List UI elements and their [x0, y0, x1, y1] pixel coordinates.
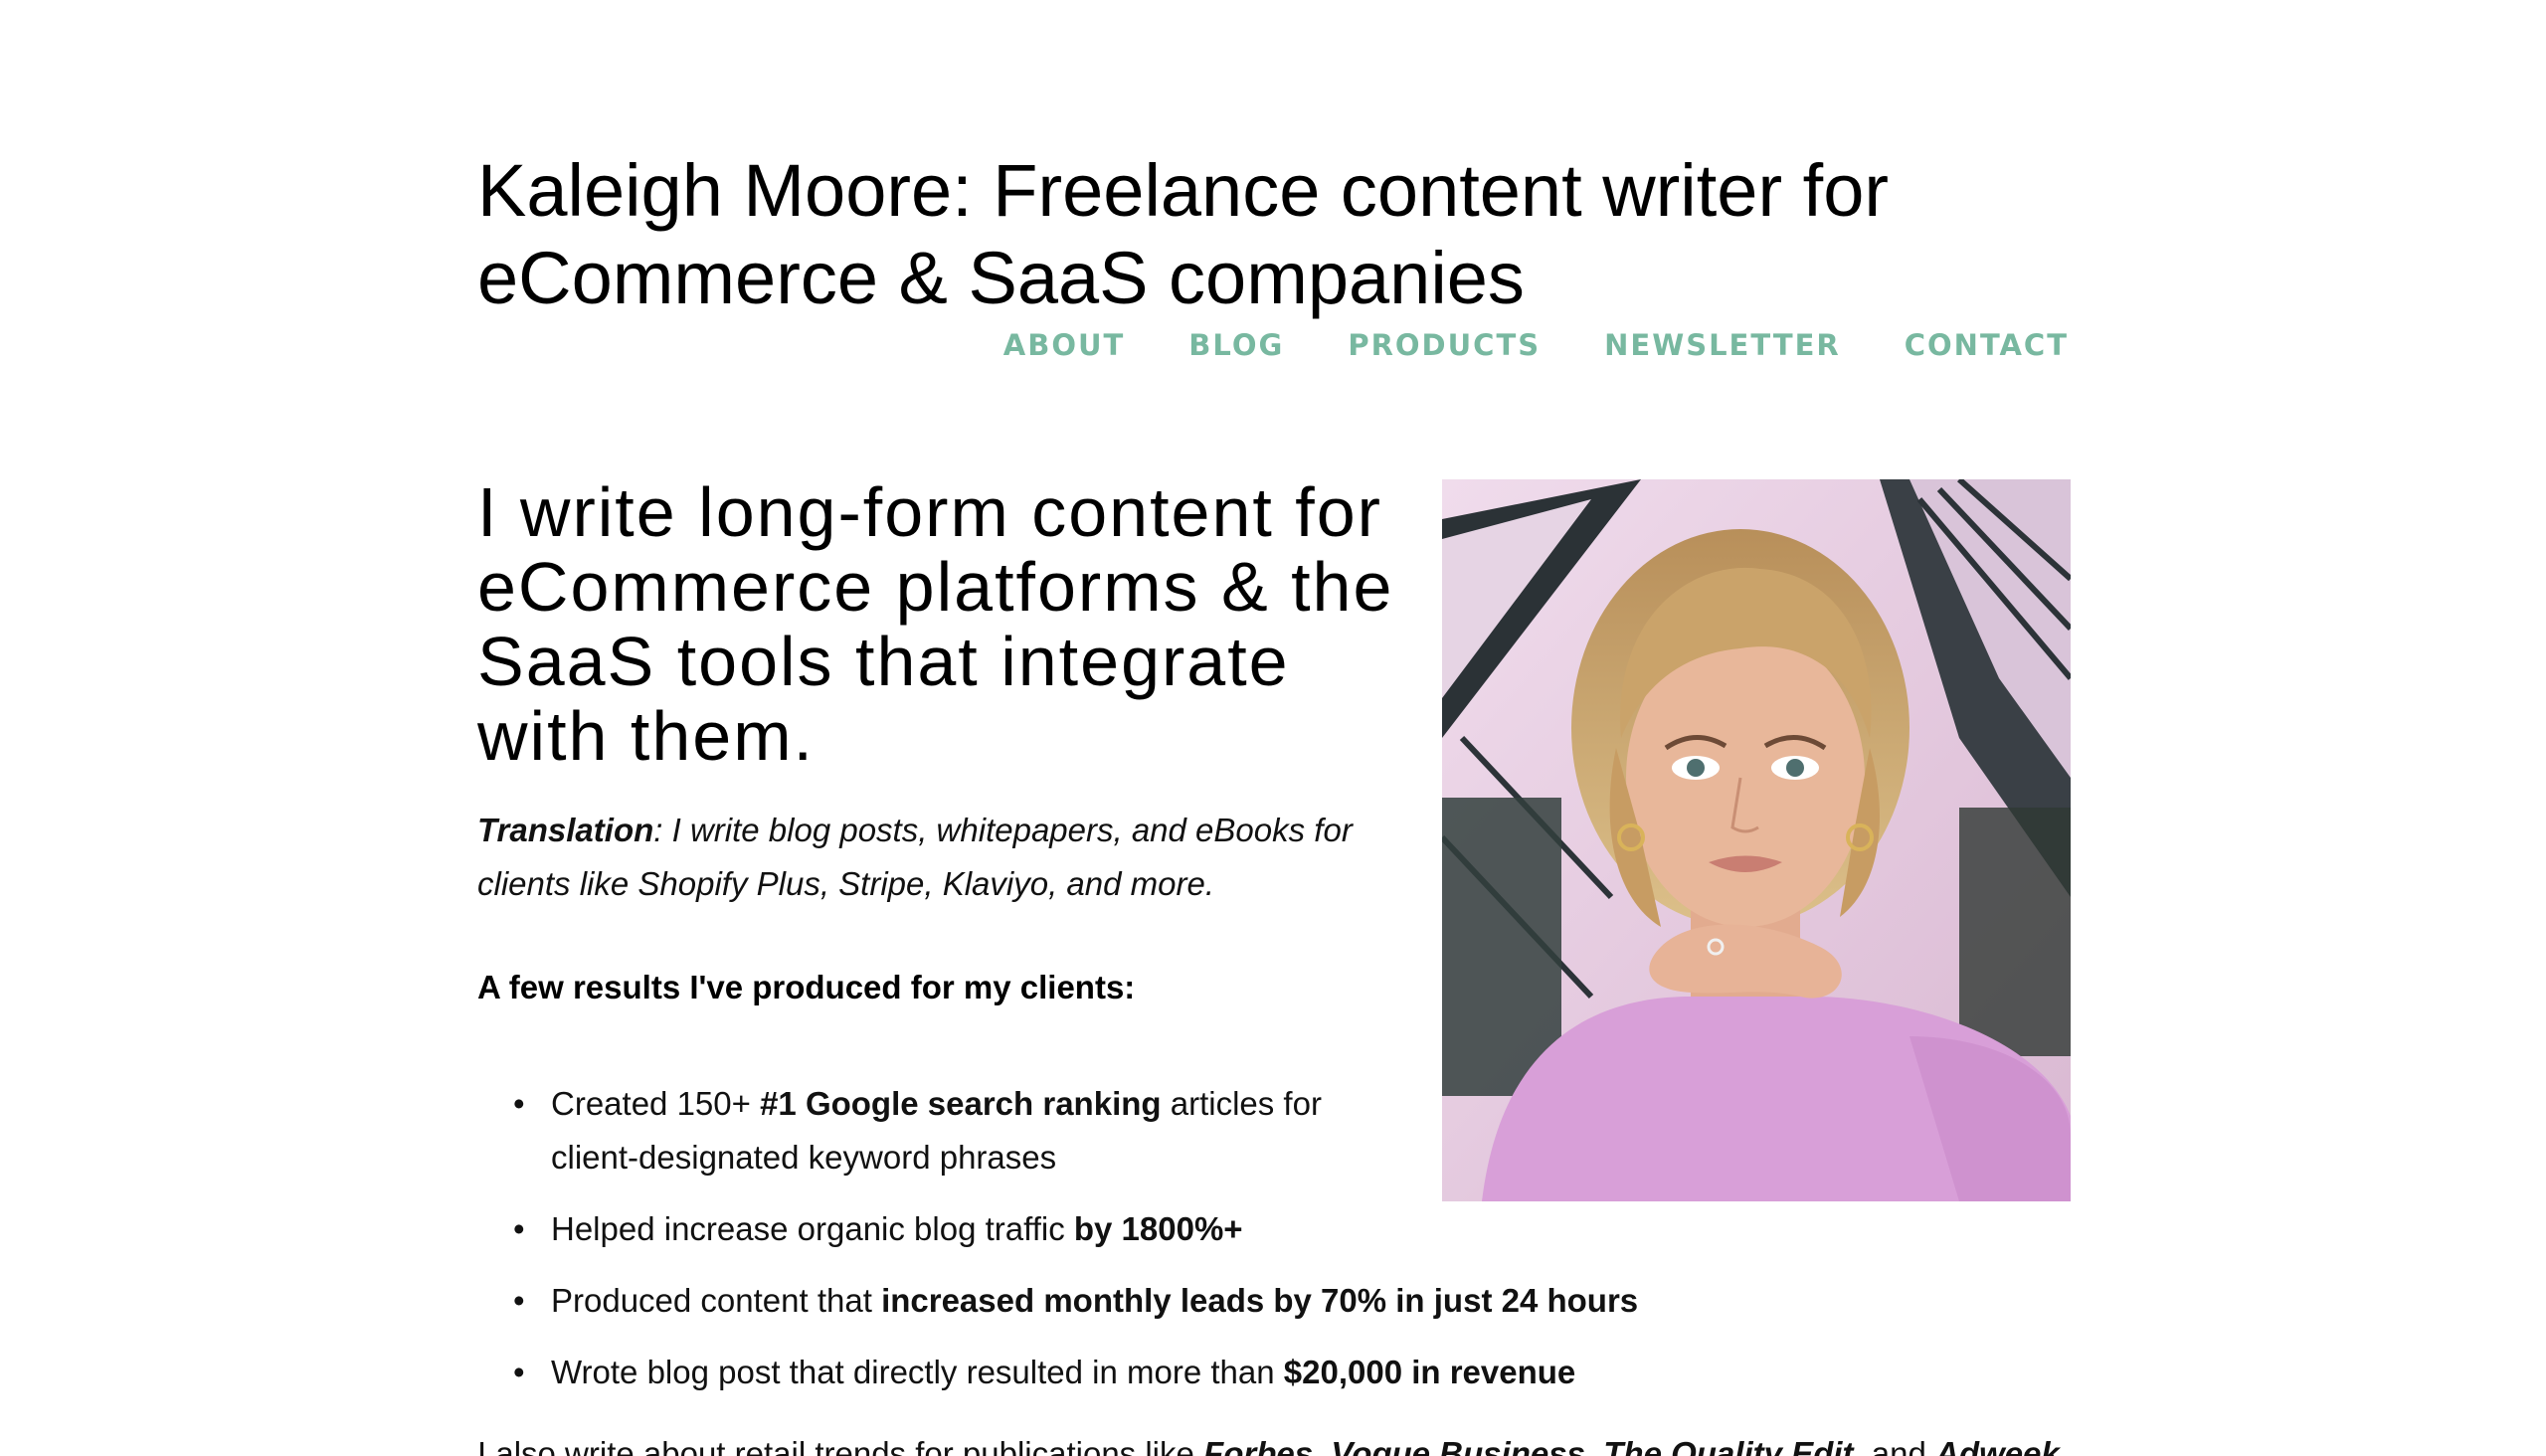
bullet-icon: •	[513, 1210, 525, 1247]
publication-forbes: Forbes	[1203, 1435, 1314, 1456]
result-highlight: $20,000 in revenue	[1283, 1354, 1576, 1390]
result-text: Created 150+	[551, 1085, 761, 1122]
main-nav: ABOUT BLOG PRODUCTS NEWSLETTER CONTACT	[1003, 328, 2069, 362]
list-item: • Helped increase organic blog traffic by…	[477, 1202, 1870, 1256]
bullet-icon: •	[513, 1085, 525, 1122]
result-text: Wrote blog post that directly resulted i…	[551, 1354, 1284, 1390]
translation-label: Translation	[477, 812, 654, 848]
publication-vogue-business: Vogue Business	[1331, 1435, 1585, 1456]
site-title: Kaleigh Moore: Freelance content writer …	[477, 149, 1890, 319]
nav-item-about[interactable]: ABOUT	[1003, 328, 1126, 362]
separator: ,	[1584, 1435, 1604, 1456]
separator: ,	[1313, 1435, 1332, 1456]
bullet-icon: •	[513, 1282, 525, 1319]
result-highlight: increased monthly leads by 70% in just 2…	[881, 1282, 1639, 1319]
nav-item-blog[interactable]: BLOG	[1188, 328, 1284, 362]
result-text: Helped increase organic blog traffic	[551, 1210, 1074, 1247]
nav-item-newsletter[interactable]: NEWSLETTER	[1604, 328, 1841, 362]
publication-adweek: Adweek	[1935, 1435, 2060, 1456]
list-item: • Wrote blog post that directly resulted …	[477, 1346, 1870, 1399]
hero-headline: I write long-form content for eCommerce …	[477, 473, 1394, 775]
result-highlight: by 1800%+	[1073, 1210, 1243, 1247]
results-heading: A few results I've produced for my clien…	[477, 969, 1136, 1005]
result-highlight: #1 Google search ranking	[760, 1085, 1162, 1122]
list-item: • Created 150+ #1 Google search ranking a…	[477, 1077, 1333, 1184]
portrait-illustration	[1442, 479, 2071, 1201]
publications-intro: I also write about retail trends for pub…	[477, 1435, 1204, 1456]
separator: , and	[1853, 1435, 1936, 1456]
nav-item-contact[interactable]: CONTACT	[1905, 328, 2069, 362]
result-text: Produced content that	[551, 1282, 882, 1319]
publication-quality-edit: The Quality Edit	[1603, 1435, 1854, 1456]
translation-paragraph: Translation: I write blog posts, whitepa…	[477, 804, 1372, 911]
bullet-icon: •	[513, 1354, 525, 1390]
publications-paragraph: I also write about retail trends for pub…	[477, 1427, 2069, 1456]
list-item: • Produced content that increased monthly…	[477, 1274, 1870, 1328]
nav-item-products[interactable]: PRODUCTS	[1348, 328, 1541, 362]
portrait-photo	[1442, 479, 2071, 1201]
